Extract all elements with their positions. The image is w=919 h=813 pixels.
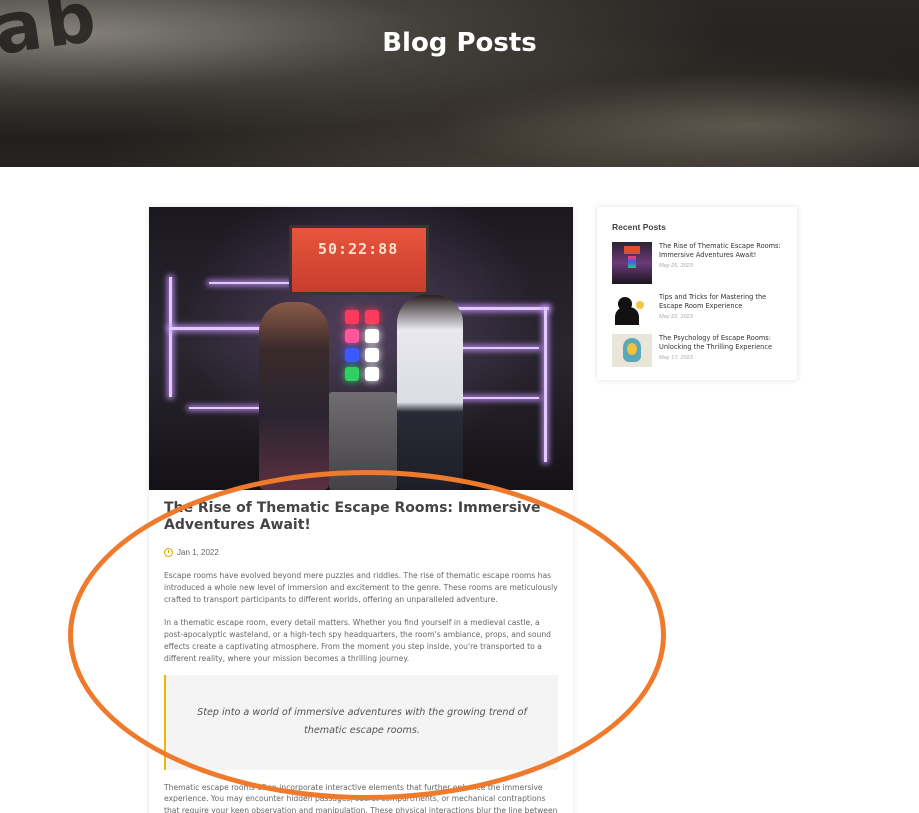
neon-tube (169, 277, 172, 397)
green-light (345, 367, 359, 381)
red-light (365, 310, 379, 324)
pink-light (345, 329, 359, 343)
button-console (329, 392, 397, 490)
clock-icon (164, 548, 173, 557)
recent-post-title[interactable]: Tips and Tricks for Mastering the Escape… (659, 293, 783, 311)
post-meta: Jan 1, 2022 (164, 548, 558, 557)
post-paragraph: In a thematic escape room, every detail … (164, 618, 551, 663)
countdown-text: 50:22:88 (318, 240, 399, 258)
countdown-screen: 50:22:88 (289, 225, 429, 295)
recent-post-item[interactable]: Tips and Tricks for Mastering the Escape… (612, 293, 783, 325)
white-light (365, 329, 379, 343)
recent-post-thumbnail[interactable] (612, 293, 652, 325)
recent-post-title[interactable]: The Rise of Thematic Escape Rooms: Immer… (659, 242, 783, 260)
blog-post-card: 50:22:88 The Rise of Thematic Escape Roo… (149, 207, 573, 813)
neon-tube (544, 307, 547, 462)
blockquote-text: Step into a world of immersive adventure… (197, 707, 527, 737)
red-light (345, 310, 359, 324)
post-paragraph: Thematic escape rooms often incorporate … (164, 782, 558, 813)
page-title: Blog Posts (382, 28, 537, 58)
blue-light (345, 348, 359, 362)
recent-post-title[interactable]: The Psychology of Escape Rooms: Unlockin… (659, 334, 783, 352)
white-light (365, 367, 379, 381)
post-paragraph: Escape rooms have evolved beyond mere pu… (164, 571, 558, 604)
recent-post-thumbnail[interactable] (612, 242, 652, 284)
recent-post-item[interactable]: The Rise of Thematic Escape Rooms: Immer… (612, 242, 783, 284)
recent-post-date: May 25, 2023 (659, 263, 693, 269)
post-date: Jan 1, 2022 (177, 548, 219, 557)
player-left (259, 302, 329, 490)
recent-posts-widget: Recent Posts The Rise of Thematic Escape… (597, 207, 797, 380)
featured-image[interactable]: 50:22:88 (149, 207, 573, 490)
white-light (365, 348, 379, 362)
recent-posts-heading: Recent Posts (612, 222, 666, 232)
recent-post-date: May 22, 2023 (659, 314, 693, 320)
recent-post-item[interactable]: The Psychology of Escape Rooms: Unlockin… (612, 334, 783, 367)
neon-tube (209, 282, 289, 284)
post-title[interactable]: The Rise of Thematic Escape Rooms: Immer… (164, 500, 558, 534)
recent-post-thumbnail[interactable] (612, 334, 652, 367)
player-right (397, 295, 463, 490)
post-blockquote: Step into a world of immersive adventure… (164, 674, 558, 770)
page-hero-banner: ab Blog Posts (0, 0, 919, 167)
recent-post-date: May 17, 2023 (659, 355, 693, 361)
